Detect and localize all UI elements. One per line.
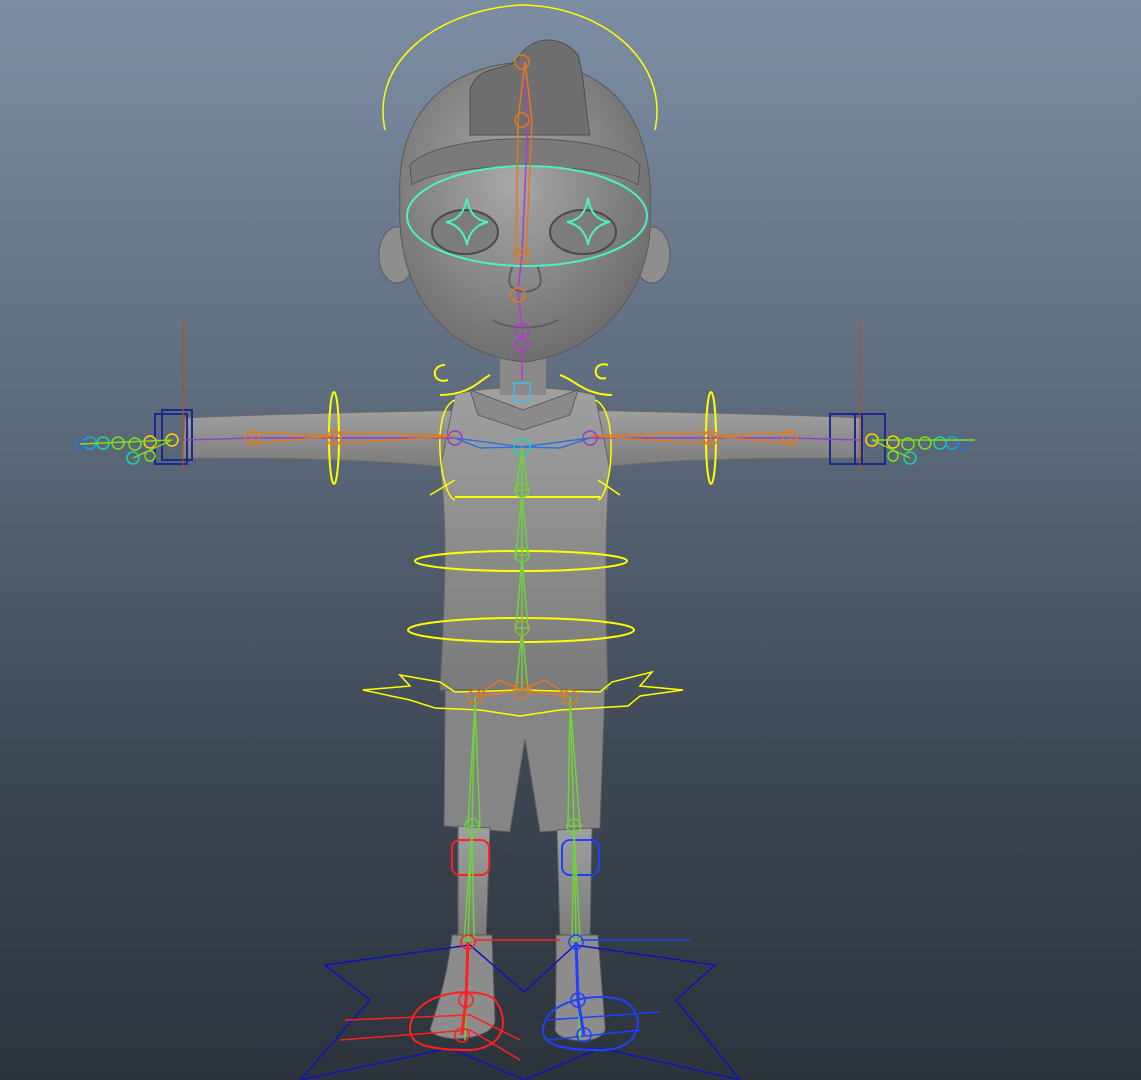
skeleton-joints[interactable]: [74, 54, 975, 1043]
scene-canvas[interactable]: [0, 0, 1141, 1080]
maya-viewport[interactable]: [0, 0, 1141, 1080]
left-eye-mesh[interactable]: [431, 209, 499, 255]
character-mesh[interactable]: [181, 39, 865, 1042]
right-boot-mesh[interactable]: [554, 934, 606, 1042]
right-arm-mesh[interactable]: [579, 409, 865, 471]
cap-knot-mesh[interactable]: [469, 39, 591, 136]
left-wrist-control[interactable]: [154, 320, 193, 470]
left-arm-mesh[interactable]: [181, 409, 471, 471]
right-hand-finger-joints[interactable]: [865, 433, 975, 465]
